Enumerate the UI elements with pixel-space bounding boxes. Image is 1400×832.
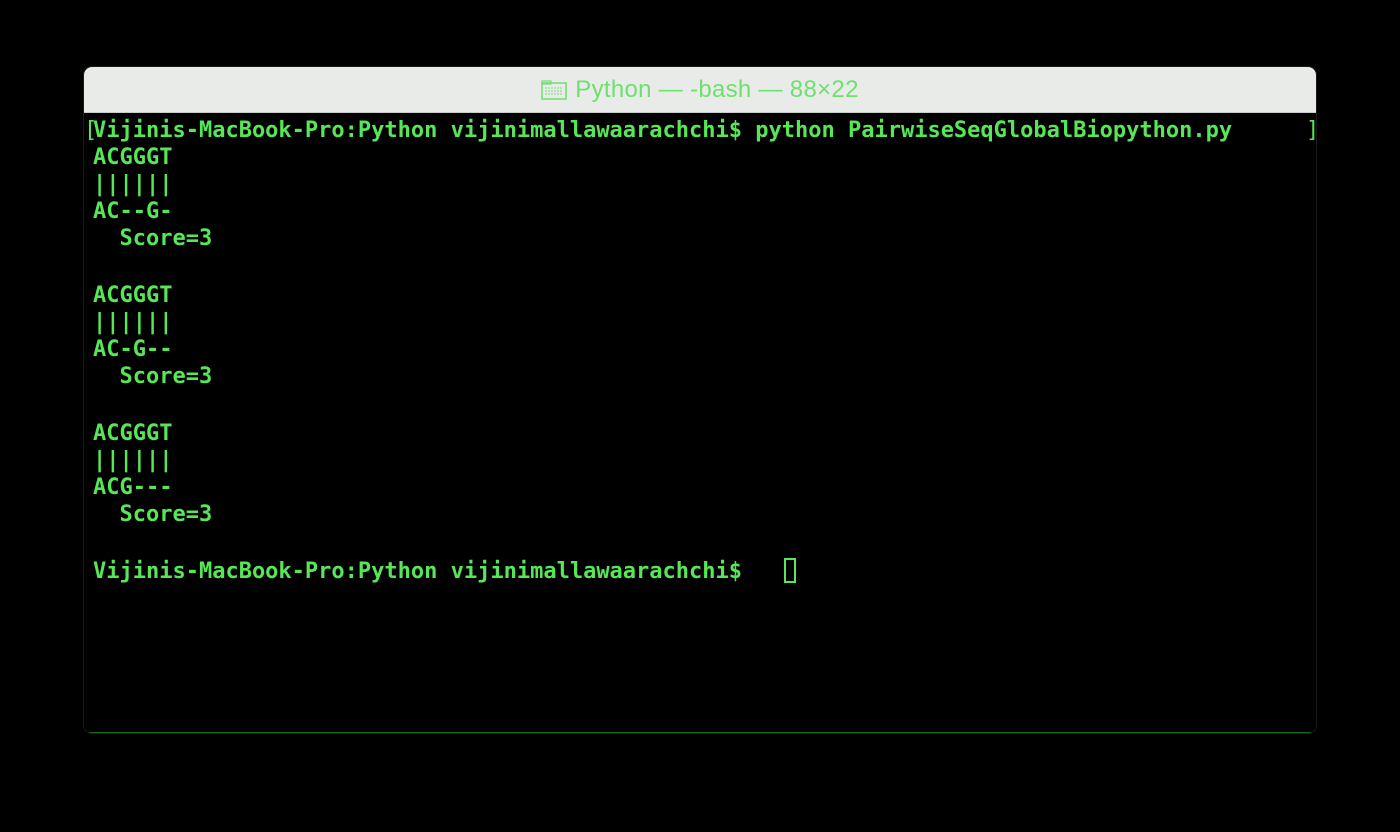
output-line: AC--G- (93, 199, 173, 224)
window-title: Python — -bash — 88×22 (575, 75, 859, 103)
output-line: AC-G-- (93, 337, 173, 362)
text-cursor[interactable] (784, 558, 796, 583)
output-line: Score=3 (93, 226, 213, 251)
output-line: ACGGGT (93, 421, 173, 446)
output-line: |||||| (93, 172, 173, 197)
output-line: ACGGGT (93, 283, 173, 308)
output-line: |||||| (93, 448, 173, 473)
output-line: ACG--- (93, 475, 173, 500)
window-bottom-edge (84, 732, 1316, 733)
terminal-content[interactable]: [ Vijinis-MacBook-Pro:Python vijinimalla… (84, 113, 1316, 733)
title-bar[interactable]: Python — -bash — 88×22 (84, 67, 1316, 113)
title-group: Python — -bash — 88×22 (541, 76, 858, 104)
folder-icon (541, 79, 568, 100)
output-line: Score=3 (93, 364, 213, 389)
output-line: Score=3 (93, 502, 213, 527)
output-line: ACGGGT (93, 145, 173, 170)
command-line: Vijinis-MacBook-Pro:Python vijinimallawa… (93, 118, 1233, 143)
shell-prompt: Vijinis-MacBook-Pro:Python vijinimallawa… (93, 559, 756, 584)
terminal-window: Python — -bash — 88×22 [ Vijinis-MacBook… (84, 67, 1316, 733)
selection-bracket-right-icon: ] (1306, 117, 1316, 144)
output-line: |||||| (93, 310, 173, 335)
